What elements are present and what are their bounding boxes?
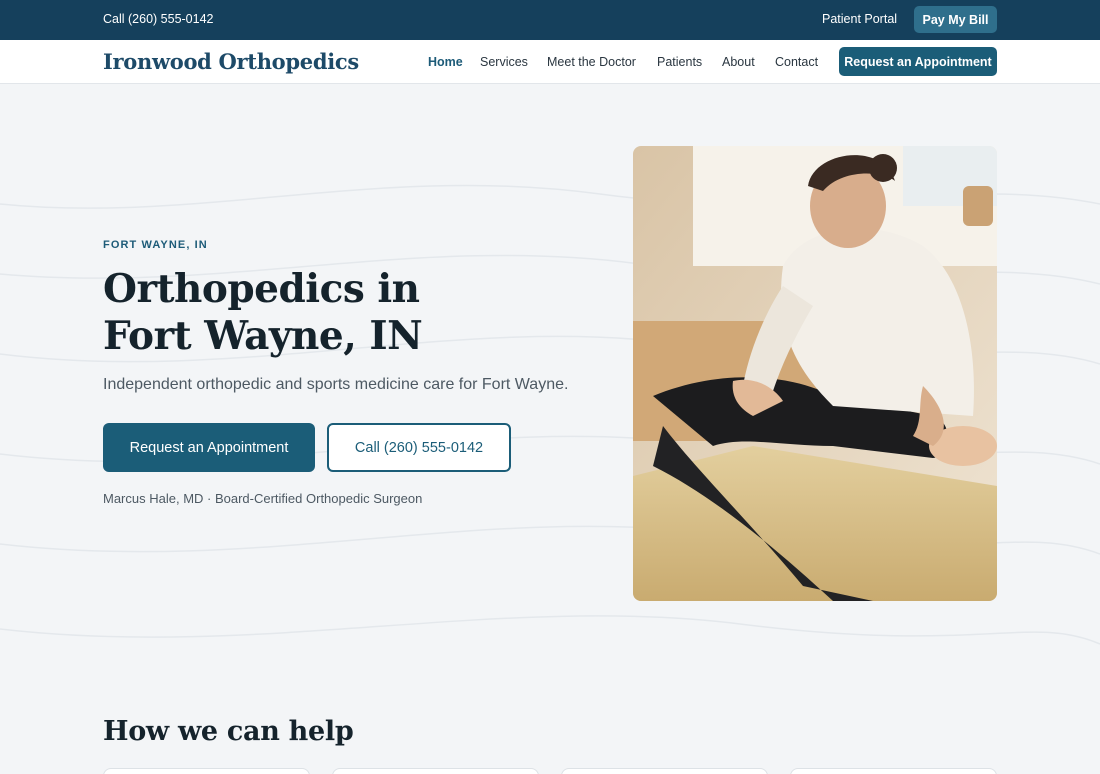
nav-home[interactable]: Home — [428, 55, 463, 69]
nav-request-appointment-button[interactable]: Request an Appointment — [839, 47, 997, 76]
physical-therapy-illustration — [633, 146, 997, 601]
hero-call-button[interactable]: Call (260) 555-0142 — [327, 423, 511, 472]
nav-about[interactable]: About — [722, 55, 755, 69]
section-title-how-we-can-help: How we can help — [103, 716, 354, 747]
hero-subtitle: Independent orthopedic and sports medici… — [103, 376, 569, 393]
nav-services[interactable]: Services — [480, 55, 528, 69]
nav-meet-the-doctor[interactable]: Meet the Doctor — [547, 55, 636, 69]
hero-title-line-1: Orthopedics in — [103, 266, 420, 312]
service-card[interactable] — [332, 768, 539, 774]
hero-photo — [633, 146, 997, 601]
service-card[interactable] — [561, 768, 768, 774]
brand-logo[interactable]: Ironwood Orthopedics — [103, 49, 359, 74]
nav-contact[interactable]: Contact — [775, 55, 818, 69]
hero-title-line-2: Fort Wayne, IN — [103, 313, 423, 359]
service-card[interactable] — [790, 768, 997, 774]
patient-portal-link[interactable]: Patient Portal — [822, 12, 897, 26]
utility-bar: Call (260) 555-0142 Patient Portal Pay M… — [0, 0, 1100, 40]
hero-eyebrow: FORT WAYNE, IN — [103, 239, 208, 251]
topbar-phone-link[interactable]: Call (260) 555-0142 — [103, 12, 214, 26]
pay-bill-button[interactable]: Pay My Bill — [914, 6, 997, 33]
main-nav: Ironwood Orthopedics Home Services Meet … — [0, 40, 1100, 84]
hero-request-appointment-button[interactable]: Request an Appointment — [103, 423, 315, 472]
nav-patients[interactable]: Patients — [657, 55, 702, 69]
doctor-credentials: Marcus Hale, MD · Board-Certified Orthop… — [103, 491, 423, 506]
hero-title: Orthopedics in Fort Wayne, IN — [103, 266, 583, 360]
service-card[interactable] — [103, 768, 310, 774]
